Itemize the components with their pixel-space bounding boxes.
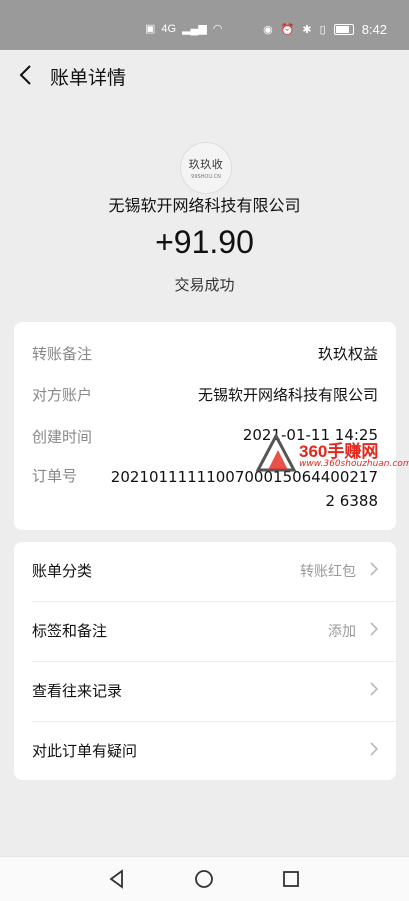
watermark-url: www.360shouzhuan.com: [299, 459, 409, 469]
transaction-amount: +91.90: [155, 224, 254, 260]
detail-label: 转账备注: [32, 345, 93, 363]
actions-card: 账单分类 转账红包 标签和备注 添加 查看往来记录 对此订单有疑问: [14, 542, 396, 780]
watermark-logo-icon: [255, 432, 297, 472]
nav-back-icon[interactable]: [105, 867, 129, 891]
detail-label: 对方账户: [32, 386, 93, 404]
signal-icon: ▂▄▆: [182, 23, 207, 35]
detail-label: 订单号: [32, 467, 78, 485]
wifi-icon: ◠: [212, 23, 223, 35]
item-value: 转账红包: [300, 564, 356, 580]
back-arrow-icon[interactable]: [14, 62, 40, 88]
hd-icon: ▣: [145, 23, 156, 35]
detail-value: 无锡软开网络科技有限公司: [197, 386, 378, 404]
detail-value: 玖玖权益: [317, 345, 378, 363]
item-label: 查看往来记录: [32, 682, 123, 700]
nav-recents-icon[interactable]: [279, 867, 303, 891]
tags-and-notes-item[interactable]: 标签和备注 添加: [14, 602, 396, 661]
transaction-status: 交易成功: [174, 276, 235, 294]
status-right-icons: ◉ ⏰ ✱ ▯ 8:42: [263, 22, 387, 37]
view-history-item[interactable]: 查看往来记录: [14, 662, 396, 721]
transaction-summary: 玖玖收 99SHOU.CN 无锡软开网络科技有限公司 +91.90 交易成功: [0, 102, 409, 322]
nav-home-icon[interactable]: [192, 867, 216, 891]
clock: 8:42: [361, 22, 387, 37]
page-title: 账单详情: [50, 67, 127, 89]
bill-category-item[interactable]: 账单分类 转账红包: [14, 542, 396, 601]
merchant-logo: 玖玖收 99SHOU.CN: [180, 142, 232, 194]
merchant-name: 无锡软开网络科技有限公司: [108, 196, 301, 215]
eye-icon: ◉: [263, 23, 273, 36]
status-bar: ▣ 4G ▂▄▆ ◠ ◉ ⏰ ✱ ▯ 8:42: [0, 0, 409, 50]
item-label: 账单分类: [32, 562, 93, 580]
network-type: 4G: [161, 23, 177, 35]
detail-label: 创建时间: [32, 428, 93, 446]
logo-text: 玖玖收: [188, 158, 224, 171]
item-value: 添加: [328, 624, 356, 640]
item-label: 对此订单有疑问: [32, 742, 138, 760]
chevron-right-icon: [370, 622, 379, 636]
details-card: 转账备注 玖玖权益 对方账户 无锡软开网络科技有限公司 创建时间 2021-01…: [14, 322, 396, 530]
bluetooth-icon: ✱: [302, 23, 312, 36]
chevron-right-icon: [370, 742, 379, 756]
alarm-icon: ⏰: [280, 23, 295, 36]
order-question-item[interactable]: 对此订单有疑问: [14, 722, 396, 781]
vibrate-icon: ▯: [319, 23, 326, 36]
top-nav-bar: 账单详情: [0, 50, 409, 102]
logo-subtext: 99SHOU.CN: [191, 174, 221, 180]
chevron-right-icon: [370, 682, 379, 696]
chevron-right-icon: [370, 562, 379, 576]
watermark: 360手赚网 www.360shouzhuan.com: [255, 432, 409, 476]
battery-icon: [333, 24, 354, 35]
system-nav-bar: [0, 856, 409, 901]
item-label: 标签和备注: [32, 622, 108, 640]
status-left-icons: ▣ 4G ▂▄▆ ◠: [145, 23, 222, 35]
